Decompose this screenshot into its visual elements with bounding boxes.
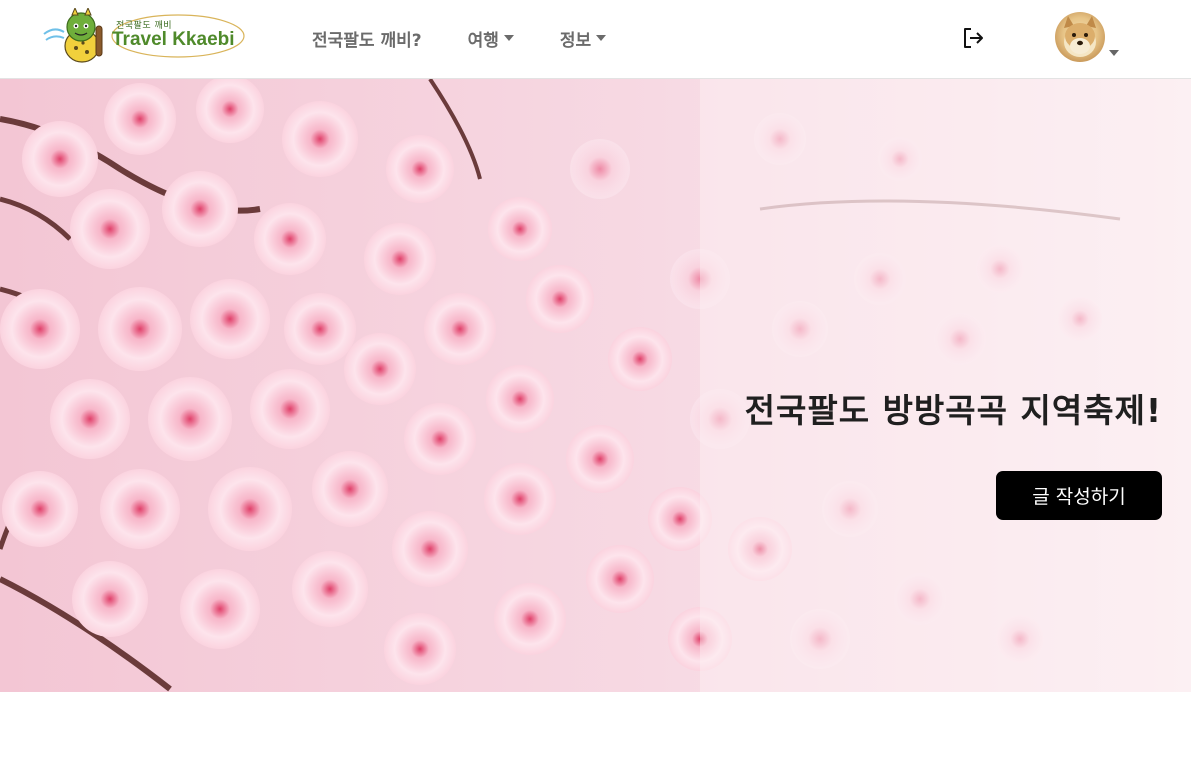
chevron-down-icon [596,35,607,41]
nav-item-travel-dropdown[interactable]: 여행 [468,26,514,51]
dog-face-icon [1064,16,1096,57]
brand-name: Travel Kkaebi [112,29,235,50]
nav-item-label: 정보 [559,30,592,51]
chevron-down-icon[interactable] [1109,50,1119,56]
hero-banner: 전국팔도 방방곡곡 지역축제! 글 작성하기 [0,79,1191,692]
user-avatar[interactable] [1055,12,1105,62]
nav-item-info-dropdown[interactable]: 정보 [559,26,607,51]
brand-logo[interactable]: 전국팔도 깨비 Travel Kkaebi [42,8,247,66]
page-body [0,692,1191,773]
top-navbar: 전국팔도 깨비 Travel Kkaebi 전국팔도 깨비? 여행 정보 [0,0,1191,79]
nav-item-about[interactable]: 전국팔도 깨비? [312,26,422,51]
write-post-button[interactable]: 글 작성하기 [996,471,1162,520]
nav-item-label: 여행 [467,30,499,51]
nav-item-label: 전국팔도 깨비? [312,30,422,51]
logout-icon[interactable] [961,26,985,50]
hero-title: 전국팔도 방방곡곡 지역축제! [744,391,1162,430]
chevron-down-icon [503,35,514,41]
main-nav: 전국팔도 깨비? 여행 정보 [312,26,607,51]
